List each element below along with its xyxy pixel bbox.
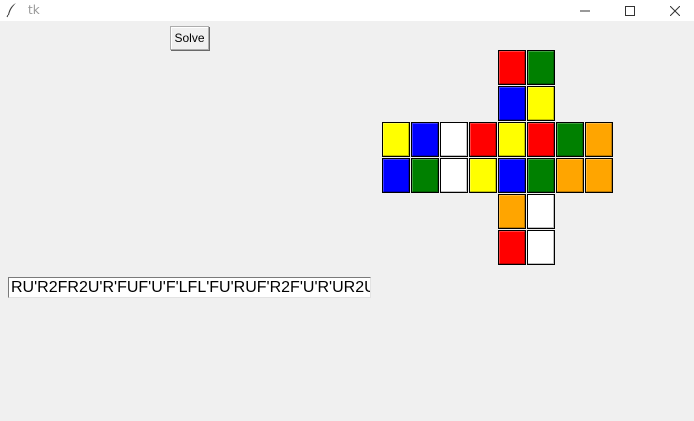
sticker-left-0-1[interactable]: [411, 122, 439, 157]
sticker-right-1-1[interactable]: [527, 158, 555, 193]
title-bar[interactable]: tk: [0, 0, 694, 21]
maximize-icon: [625, 1, 635, 20]
sticker-right-0-1[interactable]: [527, 122, 555, 157]
minimize-icon: [580, 1, 590, 20]
sticker-front-1-1[interactable]: [469, 158, 497, 193]
minimize-button[interactable]: [562, 0, 608, 21]
sticker-up-0-1[interactable]: [527, 50, 555, 85]
sticker-down-1-1[interactable]: [527, 230, 555, 265]
maximize-button[interactable]: [607, 0, 653, 21]
sticker-down-0-0[interactable]: [498, 194, 526, 229]
app-window: tk Solve RU'R2FR2U'R'FUF'U'F'LFL'FU'RUF'…: [0, 0, 694, 421]
sticker-back-1-0[interactable]: [556, 158, 584, 193]
sticker-up-0-0[interactable]: [498, 50, 526, 85]
close-button[interactable]: [652, 0, 694, 21]
sticker-left-1-0[interactable]: [382, 158, 410, 193]
sticker-back-0-1[interactable]: [585, 122, 613, 157]
sticker-front-0-0[interactable]: [440, 122, 468, 157]
sticker-back-0-0[interactable]: [556, 122, 584, 157]
sticker-up-1-1[interactable]: [527, 86, 555, 121]
sticker-right-1-0[interactable]: [498, 158, 526, 193]
sticker-front-1-0[interactable]: [440, 158, 468, 193]
solution-field[interactable]: RU'R2FR2U'R'FUF'U'F'LFL'FU'RUF'R2F'U'R'U…: [8, 277, 371, 298]
solve-button[interactable]: Solve: [170, 26, 209, 50]
sticker-left-1-1[interactable]: [411, 158, 439, 193]
sticker-left-0-0[interactable]: [382, 122, 410, 157]
close-icon: [669, 1, 681, 20]
sticker-down-1-0[interactable]: [498, 230, 526, 265]
sticker-front-0-1[interactable]: [469, 122, 497, 157]
sticker-up-1-0[interactable]: [498, 86, 526, 121]
sticker-right-0-0[interactable]: [498, 122, 526, 157]
sticker-down-0-1[interactable]: [527, 194, 555, 229]
feather-icon: [6, 2, 18, 18]
window-title: tk: [28, 3, 40, 17]
sticker-back-1-1[interactable]: [585, 158, 613, 193]
